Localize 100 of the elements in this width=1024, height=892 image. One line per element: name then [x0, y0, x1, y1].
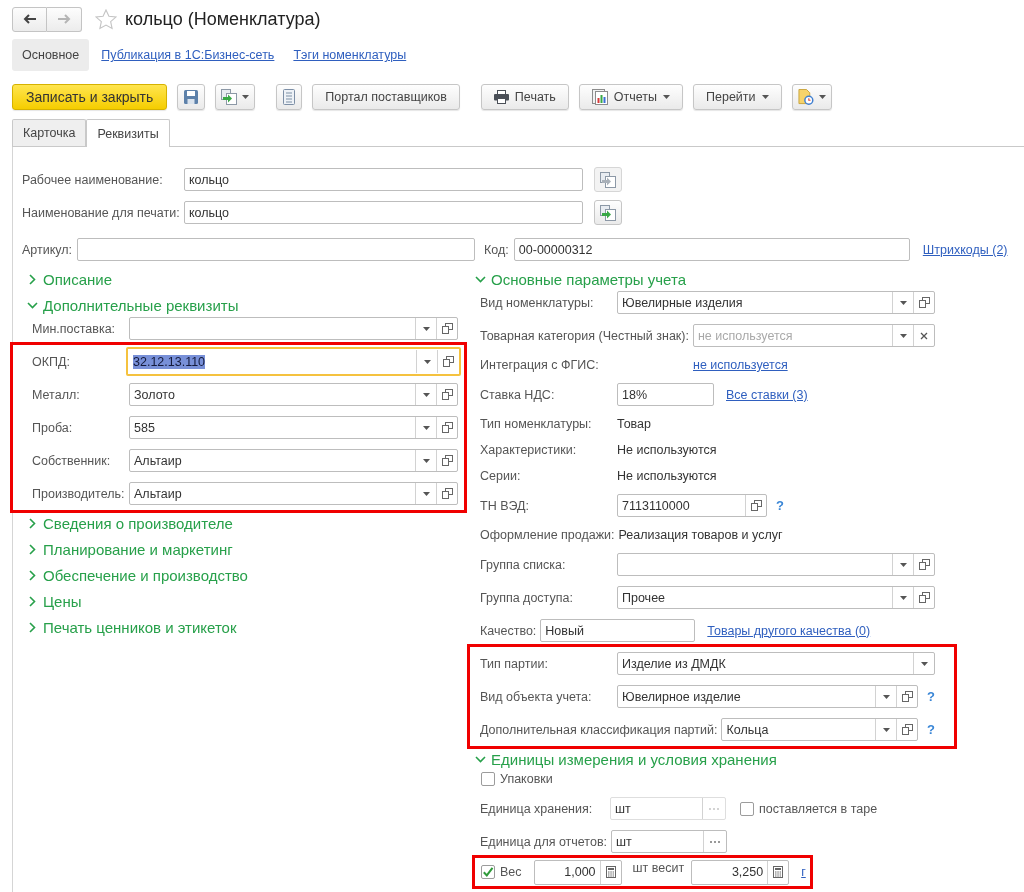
field-value: Не используются: [617, 469, 717, 483]
select-field[interactable]: 32.12.13.110: [126, 347, 461, 376]
input-field[interactable]: [77, 238, 476, 261]
field-label: ОКПД:: [32, 354, 71, 369]
help-link[interactable]: ?: [776, 498, 784, 513]
copy-icon: [441, 455, 453, 466]
link[interactable]: не используется: [693, 358, 788, 372]
checkbox[interactable]: [481, 865, 495, 879]
copy-icon: [901, 724, 913, 735]
field-label: Серии:: [480, 469, 522, 483]
checkbox-label: Упаковки: [500, 772, 553, 786]
input-field[interactable]: шт: [611, 830, 727, 853]
copy-icon: [918, 592, 930, 603]
field-label: Код:: [484, 242, 510, 257]
input-field[interactable]: Новый: [540, 619, 696, 642]
checkbox-label: Вес: [500, 865, 522, 879]
tab[interactable]: Карточка: [12, 119, 87, 146]
caret-icon: [882, 694, 890, 699]
input-field[interactable]: 7113110000: [617, 494, 767, 517]
select-field[interactable]: Изделие из ДМДК: [617, 652, 935, 675]
caret-icon: [422, 326, 430, 331]
input-field[interactable]: 00-00000312: [513, 238, 910, 261]
field-label: Тип номенклатуры:: [480, 417, 593, 431]
section-link[interactable]: Основное: [12, 39, 90, 71]
field-label: Качество:: [480, 623, 538, 638]
link[interactable]: Товары другого качества (0): [707, 623, 871, 638]
field-label: Характеристики:: [480, 443, 578, 457]
copy-icon: [441, 323, 453, 334]
field-label: Собственник:: [32, 453, 112, 468]
field-value: Реализация товаров и услуг: [618, 528, 783, 542]
copy-arrow-icon: [221, 89, 238, 105]
select-field[interactable]: [129, 317, 458, 340]
copy-button[interactable]: [594, 200, 622, 225]
tab[interactable]: Реквизиты: [86, 119, 170, 147]
arrow-right-icon: [57, 14, 71, 24]
field-label: Тип партии:: [480, 656, 549, 671]
link[interactable]: г: [801, 865, 806, 879]
list-icon: [283, 89, 296, 105]
select-field[interactable]: Альтаир: [129, 449, 458, 472]
copy-icon: [901, 691, 913, 702]
ellipsis-icon: [709, 807, 719, 810]
checkbox[interactable]: [481, 772, 495, 786]
select-field[interactable]: Ювелирное изделие: [617, 685, 919, 708]
reports-button[interactable]: Отчеты: [578, 84, 684, 110]
copy-button[interactable]: [594, 167, 622, 192]
copy-icon: [441, 422, 453, 433]
copy-icon: [441, 488, 453, 499]
select-field[interactable]: 585: [129, 416, 458, 439]
section-link[interactable]: Тэги номенклатуры: [293, 48, 407, 62]
field-value: Не используются: [617, 443, 717, 457]
primary-button[interactable]: Записать и закрыть: [12, 84, 168, 110]
caret-icon: [899, 333, 907, 338]
section-link[interactable]: Публикация в 1С:Бизнес-сеть: [101, 48, 275, 62]
select-field[interactable]: Золото: [129, 383, 458, 406]
checkbox-label: поставляется в таре: [759, 801, 878, 816]
field-label: Рабочее наименование:: [22, 172, 164, 187]
field-label: Металл:: [32, 387, 81, 402]
input-field[interactable]: кольцо: [184, 201, 583, 224]
field-label: Вид номенклатуры:: [480, 295, 595, 310]
help-link[interactable]: ?: [927, 722, 935, 737]
print-button[interactable]: Печать: [480, 84, 569, 110]
document-button[interactable]: [791, 84, 832, 110]
toolbar-button[interactable]: Портал поставщиков: [312, 84, 460, 110]
field-label: Мин.поставка:: [32, 321, 117, 336]
number-field[interactable]: 1,000: [533, 859, 622, 885]
caret-icon: [920, 661, 928, 666]
toolbar-button[interactable]: Перейти: [693, 84, 782, 110]
input-field[interactable]: 18%: [617, 383, 714, 406]
field-label: Товарная категория (Честный знак):: [480, 328, 690, 343]
copy-icon: [442, 356, 454, 367]
select-field[interactable]: Альтаир: [129, 482, 458, 505]
select-field[interactable]: Ювелирные изделия: [617, 291, 935, 314]
chart-document-icon: [591, 89, 608, 105]
field-label: Ставка НДС:: [480, 387, 556, 402]
save-button[interactable]: [177, 84, 206, 110]
help-link[interactable]: ?: [927, 689, 935, 704]
field-label: Дополнительная классификация партий:: [480, 722, 719, 737]
star-icon[interactable]: [95, 8, 117, 30]
caret-icon: [899, 562, 907, 567]
copy-button[interactable]: [215, 84, 256, 110]
caret-icon: [882, 727, 890, 732]
select-field[interactable]: Кольца: [721, 718, 919, 741]
caret-icon: [422, 425, 430, 430]
document-clock-icon: [797, 89, 814, 105]
number-field[interactable]: 3,250: [691, 859, 790, 885]
select-field[interactable]: Прочее: [617, 586, 935, 609]
field-label: Оформление продажи:: [480, 528, 616, 542]
back-button[interactable]: [12, 6, 47, 32]
link[interactable]: Все ставки (3): [726, 387, 808, 402]
field-label: Группа доступа:: [480, 590, 574, 605]
select-field[interactable]: [617, 553, 935, 576]
close-icon: [920, 331, 928, 340]
link[interactable]: Штрихкоды (2): [922, 242, 1008, 257]
copy-icon: [750, 500, 762, 511]
calculator-icon: [773, 866, 784, 878]
section-header[interactable]: Дополнительные реквизиты: [22, 292, 239, 318]
copy-icon: [918, 297, 930, 308]
caret-icon: [423, 359, 431, 364]
list-button[interactable]: [276, 84, 303, 110]
input-field[interactable]: кольцо: [184, 168, 583, 191]
